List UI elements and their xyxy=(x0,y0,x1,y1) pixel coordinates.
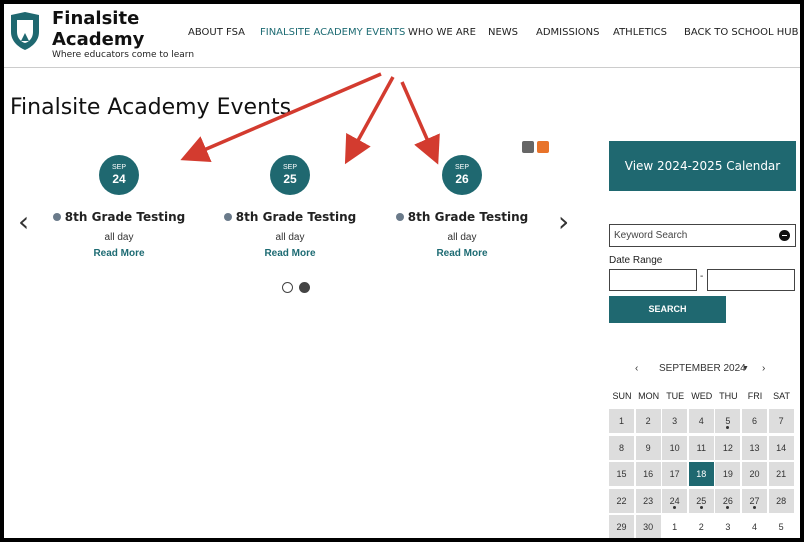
annotation-arrow xyxy=(344,76,395,165)
annotation-arrow xyxy=(180,72,382,162)
annotation-arrow xyxy=(400,81,440,165)
annotation-arrows xyxy=(180,72,440,165)
